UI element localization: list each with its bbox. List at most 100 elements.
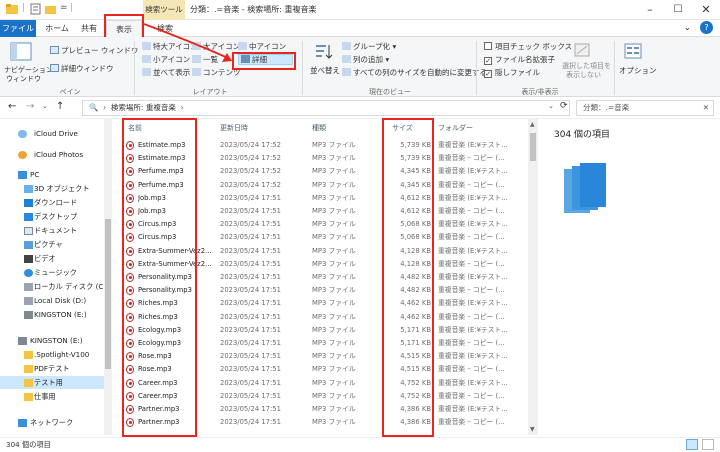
scrollbar-thumb[interactable] bbox=[105, 219, 111, 369]
sidebar-item-pc[interactable]: PC bbox=[0, 168, 104, 181]
sidebar-item-pictures[interactable]: ピクチャ bbox=[0, 238, 104, 251]
file-date: 2023/05/24 17:51 bbox=[220, 207, 281, 215]
back-arrow-icon[interactable]: ← bbox=[8, 101, 16, 112]
properties-icon[interactable] bbox=[30, 3, 41, 16]
add-column-button[interactable]: 列の追加 ▾ bbox=[342, 54, 389, 65]
highlight-view-tab bbox=[104, 14, 144, 39]
address-bar[interactable]: 🔍 › 検索場所: 重複音楽 › bbox=[82, 100, 570, 116]
file-extensions-toggle[interactable]: ✓ ファイル名拡張子 bbox=[484, 54, 555, 65]
hidden-files-toggle[interactable]: ✓ 隠しファイル bbox=[484, 67, 540, 78]
refresh-icon[interactable]: ⟳ bbox=[560, 101, 568, 111]
file-type: MP3 ファイル bbox=[312, 286, 356, 295]
divider-icon: | bbox=[70, 3, 74, 13]
preview-pane-button[interactable]: プレビュー ウィンドウ bbox=[50, 45, 138, 56]
tab-share[interactable]: 共有 bbox=[76, 20, 102, 37]
file-date: 2023/05/24 17:51 bbox=[220, 273, 281, 281]
sidebar-item-local-disk-c[interactable]: ローカル ディスク (C:) bbox=[0, 280, 109, 293]
file-date: 2023/05/24 17:52 bbox=[220, 167, 281, 176]
sidebar-item-kingston[interactable]: KINGSTON (E:) bbox=[0, 308, 104, 321]
file-folder: 重複音楽 – コピー (... bbox=[438, 391, 505, 400]
status-bar: 304 個の項目 bbox=[0, 437, 720, 452]
details-pane-icon bbox=[50, 64, 59, 72]
file-type: MP3 ファイル bbox=[312, 312, 356, 321]
sidebar-item-local-disk-d[interactable]: Local Disk (D:) bbox=[0, 294, 104, 307]
navigation-bar: ← → ⌄ ↑ 🔍 › 検索場所: 重複音楽 › ⌄ ⟳ 分類：.=音楽 ✕ bbox=[0, 97, 720, 119]
sidebar-item-downloads[interactable]: ダウンロード bbox=[0, 196, 104, 209]
options-button[interactable]: オプション bbox=[619, 65, 657, 76]
recent-locations-icon[interactable]: ⌄ bbox=[42, 102, 48, 110]
layout-icon bbox=[238, 42, 247, 50]
breadcrumb[interactable]: 検索場所: 重複音楽 bbox=[111, 103, 176, 112]
group-by-button[interactable]: グループ化 ▾ bbox=[342, 41, 396, 52]
music-icon bbox=[24, 269, 33, 277]
maximize-icon[interactable]: ☐ bbox=[664, 0, 692, 20]
tab-file[interactable]: ファイル bbox=[0, 20, 36, 37]
close-icon[interactable]: ✕ bbox=[692, 0, 720, 20]
minimize-icon[interactable]: – bbox=[636, 0, 664, 20]
sidebar-item-3d-objects[interactable]: 3D オブジェクト bbox=[0, 182, 104, 195]
photos-icon bbox=[18, 151, 27, 159]
checkbox-checked: ✓ bbox=[484, 70, 492, 78]
file-folder: 重複音楽 – コピー (... bbox=[438, 365, 505, 374]
sidebar-item-spotlight[interactable]: .Spotlight-V100 bbox=[0, 348, 104, 361]
fit-columns-button[interactable]: すべての列のサイズを自動的に変更する bbox=[342, 67, 487, 78]
file-folder: 重複音楽 – コピー (... bbox=[438, 180, 505, 189]
ribbon-expand-icon[interactable]: ⌄ bbox=[684, 23, 691, 32]
sidebar-item-icloud-drive[interactable]: iCloud Drive bbox=[0, 127, 104, 140]
sidebar-item-videos[interactable]: ビデオ bbox=[0, 252, 104, 265]
highlight-details-layout bbox=[232, 52, 296, 70]
details-pane-button[interactable]: 詳細ウィンドウ bbox=[50, 63, 114, 74]
sidebar-item-documents[interactable]: ドキュメント bbox=[0, 224, 104, 237]
file-type: MP3 ファイル bbox=[312, 418, 356, 427]
navigation-pane-icon[interactable] bbox=[10, 41, 32, 63]
item-checkboxes-toggle[interactable]: 項目チェック ボックス bbox=[484, 41, 572, 52]
help-icon[interactable]: ? bbox=[700, 21, 713, 34]
sidebar-scrollbar[interactable] bbox=[104, 119, 112, 435]
file-folder: 重複音楽 – コピー (... bbox=[438, 312, 505, 321]
new-folder-icon[interactable] bbox=[45, 3, 57, 16]
file-list-scrollbar[interactable]: ▲ ▼ bbox=[528, 119, 538, 435]
file-folder: 重複音楽 – コピー (... bbox=[438, 339, 505, 347]
sidebar-item-desktop[interactable]: デスクトップ bbox=[0, 210, 104, 223]
file-folder: 重複音楽 – コピー (... bbox=[438, 233, 505, 242]
sidebar-item-kingston-root[interactable]: KINGSTON (E:) bbox=[0, 334, 104, 347]
file-folder: 重複音楽 – コピー (... bbox=[438, 418, 505, 427]
file-folder: 重複音楽 (E:¥テスト... bbox=[438, 378, 508, 387]
up-arrow-icon[interactable]: ↑ bbox=[56, 101, 64, 112]
sidebar-item-icloud-photos[interactable]: iCloud Photos bbox=[0, 148, 104, 161]
disk-icon bbox=[24, 297, 33, 305]
file-folder: 重複音楽 (E:¥テスト... bbox=[438, 325, 508, 334]
scroll-up-icon[interactable]: ▲ bbox=[530, 121, 535, 128]
scroll-down-icon[interactable]: ▼ bbox=[530, 426, 535, 433]
file-folder: 重複音楽 – コピー (... bbox=[438, 286, 505, 295]
tab-home[interactable]: ホーム bbox=[40, 20, 74, 37]
column-header-date[interactable]: 更新日時 bbox=[220, 122, 248, 135]
large-icons-view-icon[interactable] bbox=[702, 439, 714, 450]
file-date: 2023/05/24 17:51 bbox=[220, 418, 281, 427]
sidebar-item-test-folder[interactable]: テスト用 bbox=[0, 376, 104, 389]
file-date: 2023/05/24 17:52 bbox=[220, 180, 281, 189]
navigation-pane: iCloud Drive iCloud Photos PC 3D オブジェクト … bbox=[0, 119, 112, 435]
sidebar-item-music[interactable]: ミュージック bbox=[0, 266, 104, 279]
column-header-folder[interactable]: フォルダー bbox=[438, 122, 473, 135]
file-type: MP3 ファイル bbox=[312, 273, 356, 281]
column-header-type[interactable]: 種類 bbox=[312, 122, 326, 135]
clear-search-icon[interactable]: ✕ bbox=[703, 101, 709, 115]
ribbon-separator bbox=[476, 41, 477, 95]
sidebar-item-network[interactable]: ネットワーク bbox=[0, 416, 104, 429]
forward-arrow-icon[interactable]: → bbox=[26, 101, 34, 112]
sidebar-item-work[interactable]: 仕事用 bbox=[0, 390, 104, 403]
scrollbar-thumb[interactable] bbox=[530, 133, 536, 161]
search-input[interactable]: 分類：.=音楽 ✕ bbox=[576, 100, 714, 116]
address-dropdown-icon[interactable]: ⌄ bbox=[548, 102, 554, 110]
layout-medium-icons[interactable]: 中アイコン bbox=[238, 41, 286, 52]
file-date: 2023/05/24 17:51 bbox=[220, 193, 281, 202]
sidebar-item-pdf-test[interactable]: PDFテスト bbox=[0, 362, 104, 375]
file-folder: 重複音楽 – コピー (... bbox=[438, 259, 505, 268]
sort-button[interactable]: 並べ替え bbox=[310, 65, 340, 76]
sort-icon[interactable] bbox=[314, 42, 334, 62]
file-type: MP3 ファイル bbox=[312, 154, 356, 163]
details-view-icon[interactable] bbox=[686, 439, 698, 450]
file-date: 2023/05/24 17:51 bbox=[220, 299, 281, 308]
customize-quick-access-icon[interactable]: = bbox=[60, 3, 68, 16]
